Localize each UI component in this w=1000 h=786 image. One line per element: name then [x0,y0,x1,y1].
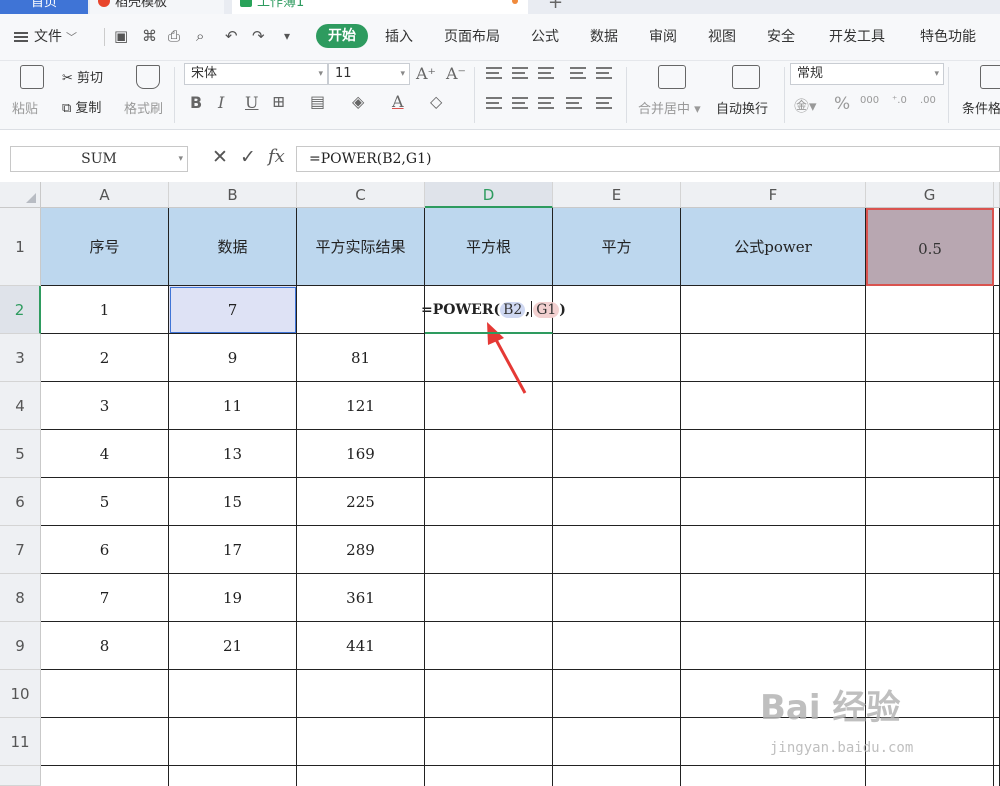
formula-ref-g1: G1 [533,302,560,318]
formula-comma: , [525,302,531,318]
formula-prefix: =POWER( [421,302,501,318]
watermark-url: jingyan.baidu.com [770,740,914,756]
arrow-shaft [492,335,527,394]
cell-d2[interactable]: =POWER(B2, G1) [421,286,566,334]
annotation-arrow [487,322,527,394]
formula-suffix: ) [559,302,566,318]
in-cell-formula[interactable]: =POWER(B2, G1) [421,286,566,334]
formula-ref-b2: B2 [500,302,526,318]
watermark-logo: Bai 经验 [760,688,901,728]
